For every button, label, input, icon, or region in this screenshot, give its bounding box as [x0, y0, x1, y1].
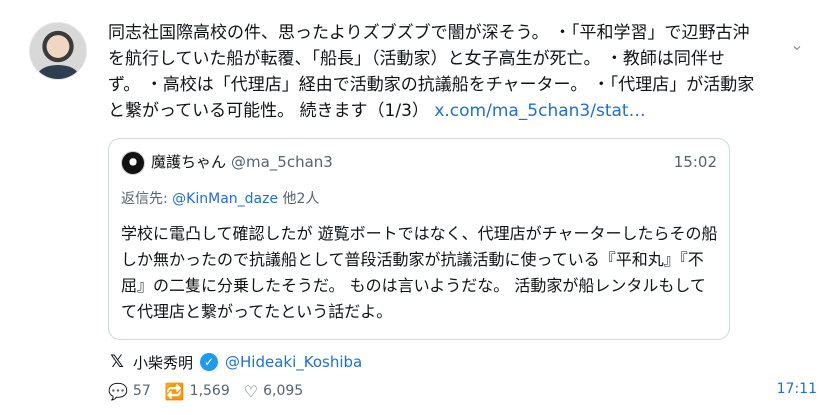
tweet-time[interactable]: 17:11 [777, 381, 817, 397]
reply-icon: 💬 [108, 381, 128, 401]
reply-prefix: 返信先: [121, 191, 173, 207]
avatar[interactable] [29, 22, 87, 80]
heart-icon: ♡ [243, 381, 259, 401]
quoted-avatar[interactable] [121, 151, 145, 175]
like-count: 6,095 [263, 383, 304, 399]
quoted-tweet[interactable]: 魔護ちゃん @ma_5chan3 15:02 返信先: @KinMan_daze… [108, 138, 730, 340]
quoted-text: 学校に電凸して確認したが 遊覧ボートではなく、代理店がチャーターしたらその船しか… [121, 224, 718, 321]
action-bar: 💬 57 🔁 1,569 ♡ 6,095 [108, 380, 303, 402]
retweet-icon: 🔁 [164, 381, 185, 401]
retweet-count: 1,569 [189, 383, 230, 399]
reply-action[interactable]: 💬 57 [108, 382, 151, 401]
source-author: 𝕏 小柴秀明 ✓ @Hideaki_Koshiba [108, 350, 362, 374]
tweet-text: 同志社国際高校の件、思ったよりズブズブで闇が深そう。 ・「平和学習」で辺野古沖を… [108, 20, 756, 124]
tweet-body: 同志社国際高校の件、思ったよりズブズブで闇が深そう。 ・「平和学習」で辺野古沖を… [108, 23, 755, 121]
quoted-author-name[interactable]: 魔護ちゃん [151, 151, 226, 173]
tweet-link[interactable]: x.com/ma_5chan3/stat… [434, 101, 645, 121]
x-logo-icon: 𝕏 [110, 352, 124, 372]
verified-badge-icon: ✓ [200, 353, 219, 371]
source-author-handle[interactable]: @Hideaki_Koshiba [225, 353, 362, 371]
chevron-down-icon[interactable]: ⌄ [788, 36, 806, 54]
like-action[interactable]: ♡ 6,095 [244, 382, 303, 401]
reply-mention[interactable]: @KinMan_daze [172, 191, 278, 207]
reply-context: 返信先: @KinMan_daze 他2人 [121, 189, 319, 209]
source-author-name[interactable]: 小柴秀明 [133, 352, 193, 373]
reply-suffix: 他2人 [278, 191, 320, 207]
retweet-action[interactable]: 🔁 1,569 [165, 382, 230, 401]
reply-count: 57 [132, 383, 151, 399]
quoted-time: 15:02 [673, 153, 717, 171]
quoted-author-handle[interactable]: @ma_5chan3 [231, 151, 333, 173]
